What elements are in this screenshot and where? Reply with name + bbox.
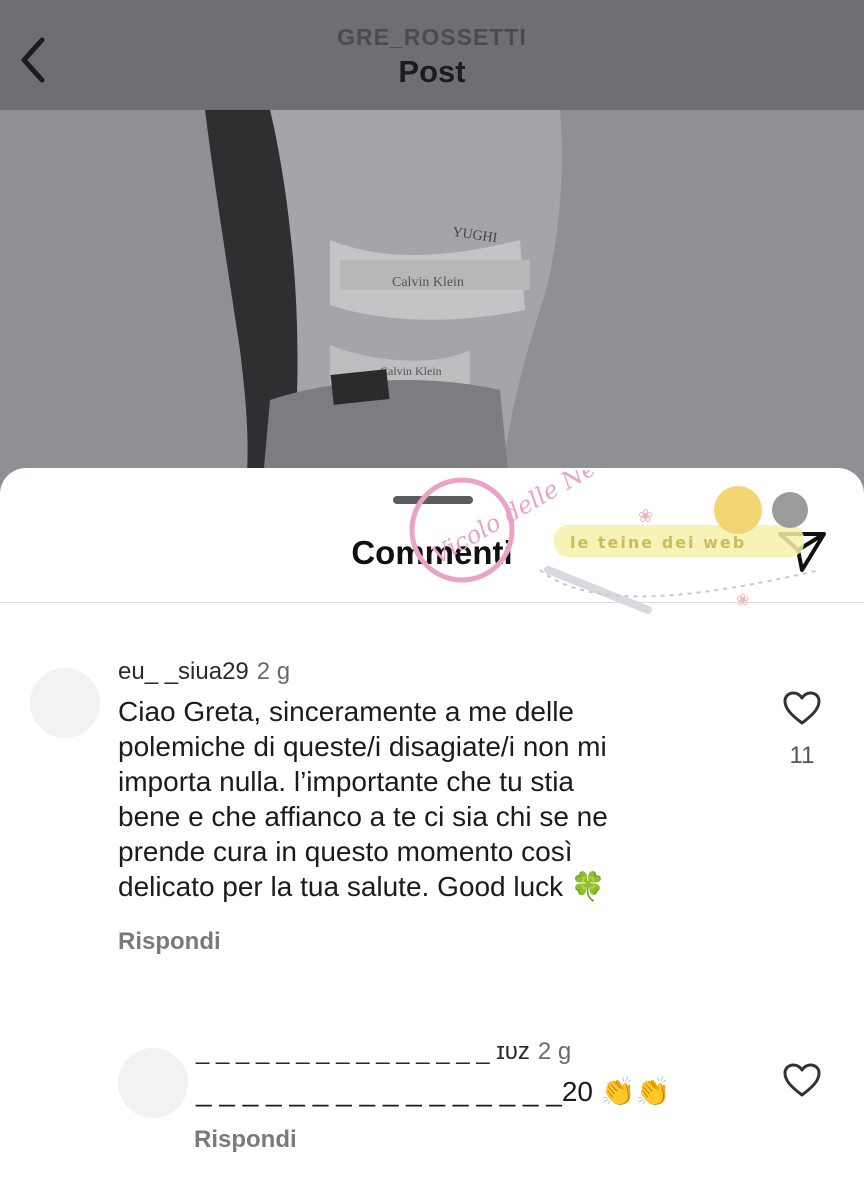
reply-button[interactable]: Rispondi [194,1126,297,1154]
comment-username-text[interactable]: eu_ _siua29 [118,658,249,685]
comment-username[interactable]: _ _ _ _ _ _ _ _ _ _ _ _ _ _ _ ɪᴜᴢ 2 g [196,1038,571,1066]
comments-title: Commenti [351,534,513,571]
comment-text: Ciao Greta, sinceramente a me delle pole… [118,696,608,902]
comment-username-text[interactable]: _ _ _ _ _ _ _ _ _ _ _ _ _ _ _ ɪᴜᴢ [196,1038,530,1065]
comment-text: _ _ _ _ _ _ _ _ _ _ _ _ _ _ _ _20 👏👏 [196,1076,671,1107]
comment-username[interactable]: eu_ _siua29 2 g [118,658,290,686]
like-count: 11 [789,742,815,769]
comment-time: 2 g [537,1038,572,1065]
heart-icon[interactable] [782,690,822,726]
post-photo: Calvin Klein YUGHI Calvin Klein [0,110,864,490]
sheet-drag-handle[interactable] [393,496,473,504]
avatar[interactable] [30,668,100,738]
comment-time: 2 g [256,658,291,685]
waistband-brand-1: Calvin Klein [392,275,464,290]
paper-plane-icon[interactable] [774,526,830,576]
comments-sheet: Commenti eu_ _siua29 2 g Ciao Greta, sinc… [0,468,864,1200]
post-header: GRE_ROSSETTI Post [0,0,864,110]
page-title: Post [398,54,466,89]
heart-icon[interactable] [782,1062,822,1098]
sheet-divider [0,602,864,603]
avatar[interactable] [118,1048,188,1118]
reply-button[interactable]: Rispondi [118,928,221,956]
post-author-username[interactable]: GRE_ROSSETTI [0,24,864,51]
waistband-brand-2: Calvin Klein [380,364,442,378]
